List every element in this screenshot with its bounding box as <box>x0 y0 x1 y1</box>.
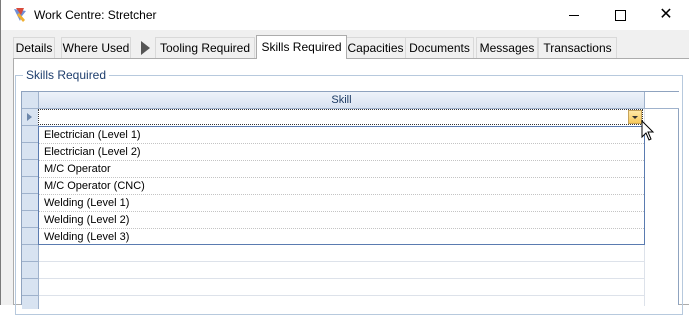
tab-messages[interactable]: Messages <box>476 37 538 58</box>
dropdown-item[interactable]: Electrician (Level 1) <box>39 127 644 144</box>
tab-scroll-arrow-icon[interactable] <box>141 41 150 55</box>
tab-details[interactable]: Details <box>13 37 55 58</box>
dropdown-button[interactable] <box>628 110 642 124</box>
dropdown-item[interactable]: M/C Operator <box>39 161 644 178</box>
tab-capacities[interactable]: Capacities <box>341 37 410 58</box>
maximize-button[interactable] <box>597 0 643 30</box>
tab-skills-required[interactable]: Skills Required <box>256 35 347 59</box>
work-centre-window: Work Centre: Stretcher ✕ Details Where U… <box>0 0 689 315</box>
close-button[interactable]: ✕ <box>643 0 689 30</box>
close-icon: ✕ <box>659 6 673 23</box>
chevron-down-icon <box>632 116 638 119</box>
group-label: Skills Required <box>23 68 110 82</box>
tab-tooling-required[interactable]: Tooling Required <box>155 37 255 58</box>
column-header-skill[interactable]: Skill <box>39 92 645 109</box>
current-row-arrow-icon <box>27 113 32 121</box>
dropdown-item[interactable]: M/C Operator (CNC) <box>39 178 644 195</box>
skill-dropdown-list[interactable]: Electrician (Level 1) Electrician (Level… <box>38 126 645 245</box>
mouse-cursor-icon <box>641 120 655 141</box>
minimize-icon <box>569 14 579 16</box>
window-title: Work Centre: Stretcher <box>34 8 157 22</box>
dropdown-item[interactable]: Welding (Level 2) <box>39 212 644 229</box>
tab-where-used[interactable]: Where Used <box>61 37 131 58</box>
minimize-button[interactable] <box>551 0 597 30</box>
tab-transactions[interactable]: Transactions <box>538 37 617 58</box>
tab-documents[interactable]: Documents <box>405 37 474 58</box>
title-bar: Work Centre: Stretcher ✕ <box>1 0 689 30</box>
grid-corner <box>22 92 39 109</box>
header-filler <box>645 92 679 109</box>
app-icon <box>14 8 26 22</box>
row-selector-column[interactable] <box>22 109 39 309</box>
skill-combo-input[interactable] <box>38 109 643 125</box>
dropdown-item[interactable]: Welding (Level 3) <box>39 229 644 246</box>
dropdown-item[interactable]: Electrician (Level 2) <box>39 144 644 161</box>
maximize-icon <box>614 9 626 21</box>
dropdown-item[interactable]: Welding (Level 1) <box>39 195 644 212</box>
